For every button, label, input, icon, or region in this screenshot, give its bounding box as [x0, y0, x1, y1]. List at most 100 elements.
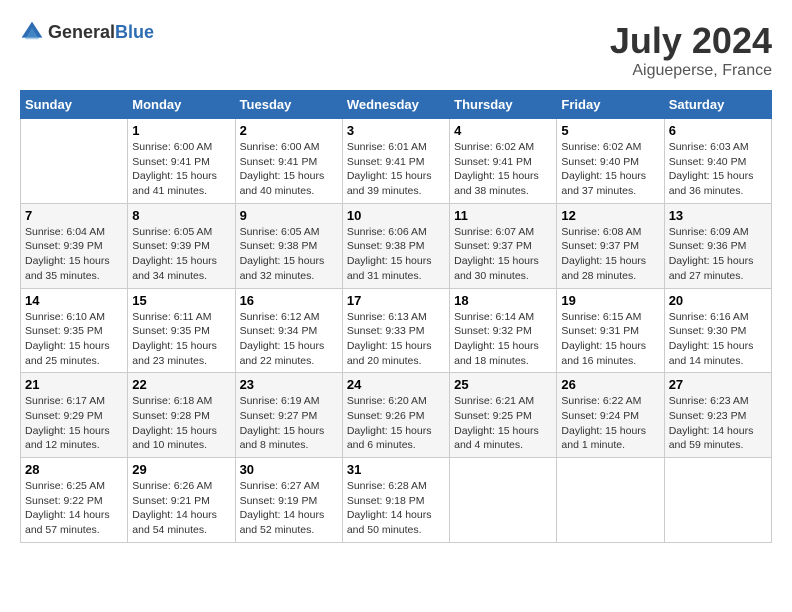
weekday-header: Sunday [21, 91, 128, 119]
calendar-body: 1 Sunrise: 6:00 AMSunset: 9:41 PMDaylight… [21, 119, 772, 543]
calendar-cell: 18 Sunrise: 6:14 AMSunset: 9:32 PMDayligh… [450, 288, 557, 373]
day-number: 23 [240, 377, 338, 392]
calendar-cell: 23 Sunrise: 6:19 AMSunset: 9:27 PMDayligh… [235, 373, 342, 458]
day-number: 27 [669, 377, 767, 392]
day-number: 4 [454, 123, 552, 138]
day-number: 15 [132, 293, 230, 308]
day-number: 6 [669, 123, 767, 138]
calendar-cell: 26 Sunrise: 6:22 AMSunset: 9:24 PMDayligh… [557, 373, 664, 458]
calendar-cell: 6 Sunrise: 6:03 AMSunset: 9:40 PMDaylight… [664, 119, 771, 204]
day-info: Sunrise: 6:19 AMSunset: 9:27 PMDaylight:… [240, 394, 338, 453]
day-info: Sunrise: 6:23 AMSunset: 9:23 PMDaylight:… [669, 394, 767, 453]
day-number: 21 [25, 377, 123, 392]
calendar-cell: 1 Sunrise: 6:00 AMSunset: 9:41 PMDaylight… [128, 119, 235, 204]
day-info: Sunrise: 6:05 AMSunset: 9:38 PMDaylight:… [240, 225, 338, 284]
day-info: Sunrise: 6:25 AMSunset: 9:22 PMDaylight:… [25, 479, 123, 538]
day-info: Sunrise: 6:13 AMSunset: 9:33 PMDaylight:… [347, 310, 445, 369]
calendar-cell: 25 Sunrise: 6:21 AMSunset: 9:25 PMDayligh… [450, 373, 557, 458]
day-info: Sunrise: 6:26 AMSunset: 9:21 PMDaylight:… [132, 479, 230, 538]
day-number: 22 [132, 377, 230, 392]
month-title: July 2024 [610, 20, 772, 62]
calendar-cell: 5Sunrise: 6:02 AMSunset: 9:40 PMDaylight… [557, 119, 664, 204]
weekday-header: Wednesday [342, 91, 449, 119]
weekday-header: Friday [557, 91, 664, 119]
day-info: Sunrise: 6:27 AMSunset: 9:19 PMDaylight:… [240, 479, 338, 538]
day-info: Sunrise: 6:06 AMSunset: 9:38 PMDaylight:… [347, 225, 445, 284]
day-number: 24 [347, 377, 445, 392]
day-info: Sunrise: 6:12 AMSunset: 9:34 PMDaylight:… [240, 310, 338, 369]
page-header: GeneralBlue July 2024 Aigueperse, France [20, 20, 772, 80]
day-info: Sunrise: 6:17 AMSunset: 9:29 PMDaylight:… [25, 394, 123, 453]
day-number: 28 [25, 462, 123, 477]
day-info: Sunrise: 6:09 AMSunset: 9:36 PMDaylight:… [669, 225, 767, 284]
calendar-week-row: 21 Sunrise: 6:17 AMSunset: 9:29 PMDayligh… [21, 373, 772, 458]
day-number: 13 [669, 208, 767, 223]
calendar-cell: 30 Sunrise: 6:27 AMSunset: 9:19 PMDayligh… [235, 458, 342, 543]
day-info: Sunrise: 6:03 AMSunset: 9:40 PMDaylight:… [669, 140, 767, 199]
calendar-cell: 15 Sunrise: 6:11 AMSunset: 9:35 PMDayligh… [128, 288, 235, 373]
calendar-cell [664, 458, 771, 543]
weekday-header: Thursday [450, 91, 557, 119]
weekday-header: Saturday [664, 91, 771, 119]
day-info: Sunrise: 6:00 AMSunset: 9:41 PMDaylight:… [240, 140, 338, 199]
calendar-week-row: 14 Sunrise: 6:10 AMSunset: 9:35 PMDayligh… [21, 288, 772, 373]
day-info: Sunrise: 6:11 AMSunset: 9:35 PMDaylight:… [132, 310, 230, 369]
day-number: 30 [240, 462, 338, 477]
day-number: 3 [347, 123, 445, 138]
day-info: Sunrise: 6:21 AMSunset: 9:25 PMDaylight:… [454, 394, 552, 453]
calendar-cell: 17Sunrise: 6:13 AMSunset: 9:33 PMDayligh… [342, 288, 449, 373]
calendar-cell: 14 Sunrise: 6:10 AMSunset: 9:35 PMDayligh… [21, 288, 128, 373]
calendar-cell: 31 Sunrise: 6:28 AMSunset: 9:18 PMDayligh… [342, 458, 449, 543]
day-number: 25 [454, 377, 552, 392]
day-info: Sunrise: 6:15 AMSunset: 9:31 PMDaylight:… [561, 310, 659, 369]
day-info: Sunrise: 6:16 AMSunset: 9:30 PMDaylight:… [669, 310, 767, 369]
day-number: 18 [454, 293, 552, 308]
calendar-week-row: 7 Sunrise: 6:04 AMSunset: 9:39 PMDaylight… [21, 203, 772, 288]
weekday-header: Tuesday [235, 91, 342, 119]
day-info: Sunrise: 6:07 AMSunset: 9:37 PMDaylight:… [454, 225, 552, 284]
day-info: Sunrise: 6:20 AMSunset: 9:26 PMDaylight:… [347, 394, 445, 453]
day-number: 2 [240, 123, 338, 138]
day-info: Sunrise: 6:22 AMSunset: 9:24 PMDaylight:… [561, 394, 659, 453]
day-info: Sunrise: 6:01 AMSunset: 9:41 PMDaylight:… [347, 140, 445, 199]
calendar-cell: 21 Sunrise: 6:17 AMSunset: 9:29 PMDayligh… [21, 373, 128, 458]
title-area: July 2024 Aigueperse, France [610, 20, 772, 80]
day-info: Sunrise: 6:10 AMSunset: 9:35 PMDaylight:… [25, 310, 123, 369]
calendar-cell: 13 Sunrise: 6:09 AMSunset: 9:36 PMDayligh… [664, 203, 771, 288]
calendar-cell [21, 119, 128, 204]
day-number: 19 [561, 293, 659, 308]
day-number: 12 [561, 208, 659, 223]
calendar-cell [557, 458, 664, 543]
day-info: Sunrise: 6:04 AMSunset: 9:39 PMDaylight:… [25, 225, 123, 284]
day-number: 8 [132, 208, 230, 223]
day-info: Sunrise: 6:02 AMSunset: 9:41 PMDaylight:… [454, 140, 552, 199]
calendar-cell: 20Sunrise: 6:16 AMSunset: 9:30 PMDayligh… [664, 288, 771, 373]
day-info: Sunrise: 6:18 AMSunset: 9:28 PMDaylight:… [132, 394, 230, 453]
calendar-header-row: SundayMondayTuesdayWednesdayThursdayFrid… [21, 91, 772, 119]
calendar-cell: 22 Sunrise: 6:18 AMSunset: 9:28 PMDayligh… [128, 373, 235, 458]
day-number: 14 [25, 293, 123, 308]
day-number: 31 [347, 462, 445, 477]
calendar-cell: 24 Sunrise: 6:20 AMSunset: 9:26 PMDayligh… [342, 373, 449, 458]
day-info: Sunrise: 6:28 AMSunset: 9:18 PMDaylight:… [347, 479, 445, 538]
day-info: Sunrise: 6:08 AMSunset: 9:37 PMDaylight:… [561, 225, 659, 284]
day-info: Sunrise: 6:14 AMSunset: 9:32 PMDaylight:… [454, 310, 552, 369]
logo-icon [20, 20, 44, 44]
calendar-week-row: 1 Sunrise: 6:00 AMSunset: 9:41 PMDaylight… [21, 119, 772, 204]
day-number: 26 [561, 377, 659, 392]
logo-blue: Blue [115, 22, 154, 42]
logo-general: General [48, 22, 115, 42]
calendar-cell: 11Sunrise: 6:07 AMSunset: 9:37 PMDayligh… [450, 203, 557, 288]
calendar-cell: 3 Sunrise: 6:01 AMSunset: 9:41 PMDaylight… [342, 119, 449, 204]
calendar-cell: 16Sunrise: 6:12 AMSunset: 9:34 PMDayligh… [235, 288, 342, 373]
day-info: Sunrise: 6:05 AMSunset: 9:39 PMDaylight:… [132, 225, 230, 284]
calendar-cell [450, 458, 557, 543]
logo: GeneralBlue [20, 20, 154, 44]
calendar-week-row: 28 Sunrise: 6:25 AMSunset: 9:22 PMDayligh… [21, 458, 772, 543]
day-number: 1 [132, 123, 230, 138]
day-info: Sunrise: 6:00 AMSunset: 9:41 PMDaylight:… [132, 140, 230, 199]
calendar-cell: 4 Sunrise: 6:02 AMSunset: 9:41 PMDaylight… [450, 119, 557, 204]
day-number: 7 [25, 208, 123, 223]
calendar-cell: 29Sunrise: 6:26 AMSunset: 9:21 PMDayligh… [128, 458, 235, 543]
calendar-cell: 12 Sunrise: 6:08 AMSunset: 9:37 PMDayligh… [557, 203, 664, 288]
